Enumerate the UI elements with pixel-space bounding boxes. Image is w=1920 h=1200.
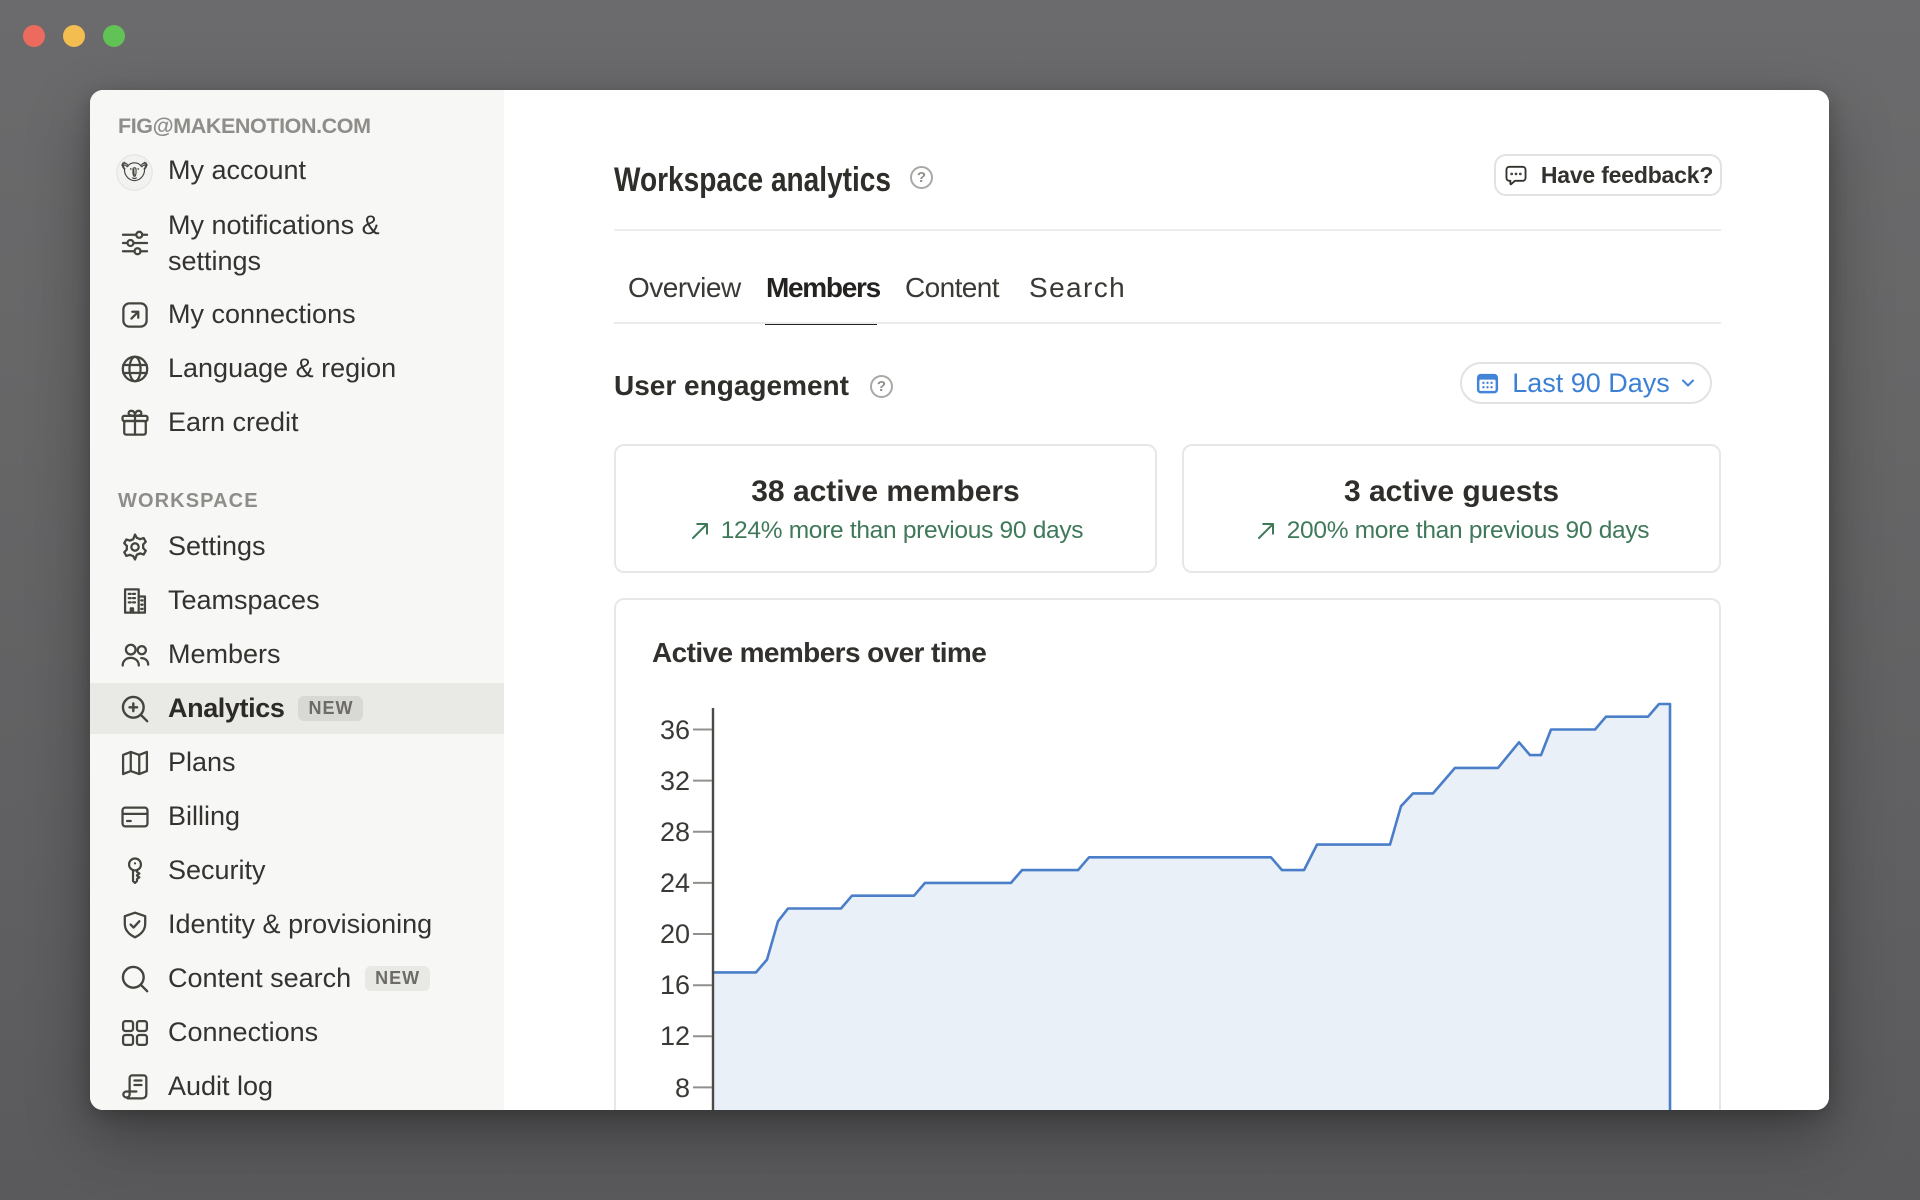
svg-text:12: 12 (660, 1021, 690, 1051)
svg-text:20: 20 (660, 919, 690, 949)
svg-text:28: 28 (660, 817, 690, 847)
svg-text:32: 32 (660, 766, 690, 796)
svg-text:24: 24 (660, 868, 690, 898)
svg-text:16: 16 (660, 970, 690, 1000)
svg-text:36: 36 (660, 715, 690, 745)
svg-text:8: 8 (675, 1073, 690, 1103)
